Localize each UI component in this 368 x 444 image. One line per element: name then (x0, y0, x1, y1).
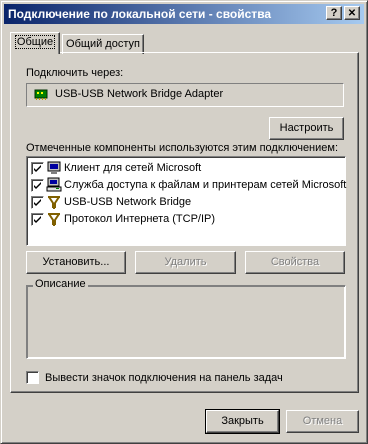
tab-general[interactable]: Общие (10, 32, 60, 54)
properties-dialog: Подключение по локальной сети - свойства… (0, 0, 368, 444)
uninstall-button[interactable]: Удалить (135, 251, 236, 274)
properties-button-label: Свойства (270, 256, 320, 268)
tab-general-label: Общие (14, 35, 56, 49)
description-group: Описание (26, 278, 346, 359)
title-bar[interactable]: Подключение по локальной сети - свойства… (4, 4, 364, 24)
properties-button[interactable]: Свойства (245, 251, 345, 274)
protocol-icon (48, 213, 60, 226)
install-button[interactable]: Установить... (26, 251, 126, 274)
checkmark-icon (34, 216, 41, 223)
file-printer-service-icon (46, 177, 62, 192)
help-icon: ? (330, 7, 338, 19)
checkmark-icon (34, 199, 41, 206)
component-label: Клиент для сетей Microsoft (64, 162, 202, 174)
component-label: USB-USB Network Bridge (64, 196, 192, 208)
configure-button[interactable]: Настроить (269, 117, 344, 140)
component-checkbox[interactable] (31, 179, 44, 192)
component-checkbox[interactable] (31, 162, 44, 175)
cancel-button-label: Отмена (302, 415, 343, 427)
adapter-field: USB-USB Network Bridge Adapter (26, 83, 344, 107)
configure-button-label: Настроить (279, 122, 334, 134)
show-icon-label[interactable]: Вывести значок подключения на панель зад… (45, 372, 283, 384)
install-button-label: Установить... (42, 256, 110, 268)
adapter-name: USB-USB Network Bridge Adapter (55, 88, 224, 100)
uninstall-button-label: Удалить (164, 256, 207, 268)
checkmark-icon (34, 182, 41, 189)
window-title: Подключение по локальной сети - свойства (8, 7, 272, 21)
close-button[interactable]: Закрыть (205, 409, 280, 434)
checkmark-icon (34, 165, 41, 172)
connect-using-label: Подключить через: (26, 67, 124, 79)
components-list[interactable]: Клиент для сетей Microsoft Служба доступ… (26, 156, 346, 246)
tab-sharing-label: Общий доступ (66, 38, 140, 50)
close-button-label: Закрыть (221, 415, 264, 427)
component-label: Служба доступа к файлам и принтерам сете… (64, 179, 347, 191)
help-button[interactable]: ? (326, 6, 342, 20)
network-client-icon (47, 161, 61, 174)
component-checkbox[interactable] (31, 196, 44, 209)
show-icon-checkbox[interactable] (26, 371, 39, 384)
components-label: Отмеченные компоненты используются этим … (26, 142, 339, 154)
cancel-button[interactable]: Отмена (286, 410, 359, 433)
network-adapter-icon (34, 89, 48, 100)
tab-sharing[interactable]: Общий доступ (62, 34, 144, 54)
protocol-icon (48, 196, 60, 209)
close-window-button[interactable]: ✕ (344, 6, 360, 20)
description-title: Описание (33, 278, 88, 290)
component-checkbox[interactable] (31, 213, 44, 226)
close-icon: ✕ (347, 8, 357, 19)
component-label: Протокол Интернета (TCP/IP) (64, 213, 216, 225)
